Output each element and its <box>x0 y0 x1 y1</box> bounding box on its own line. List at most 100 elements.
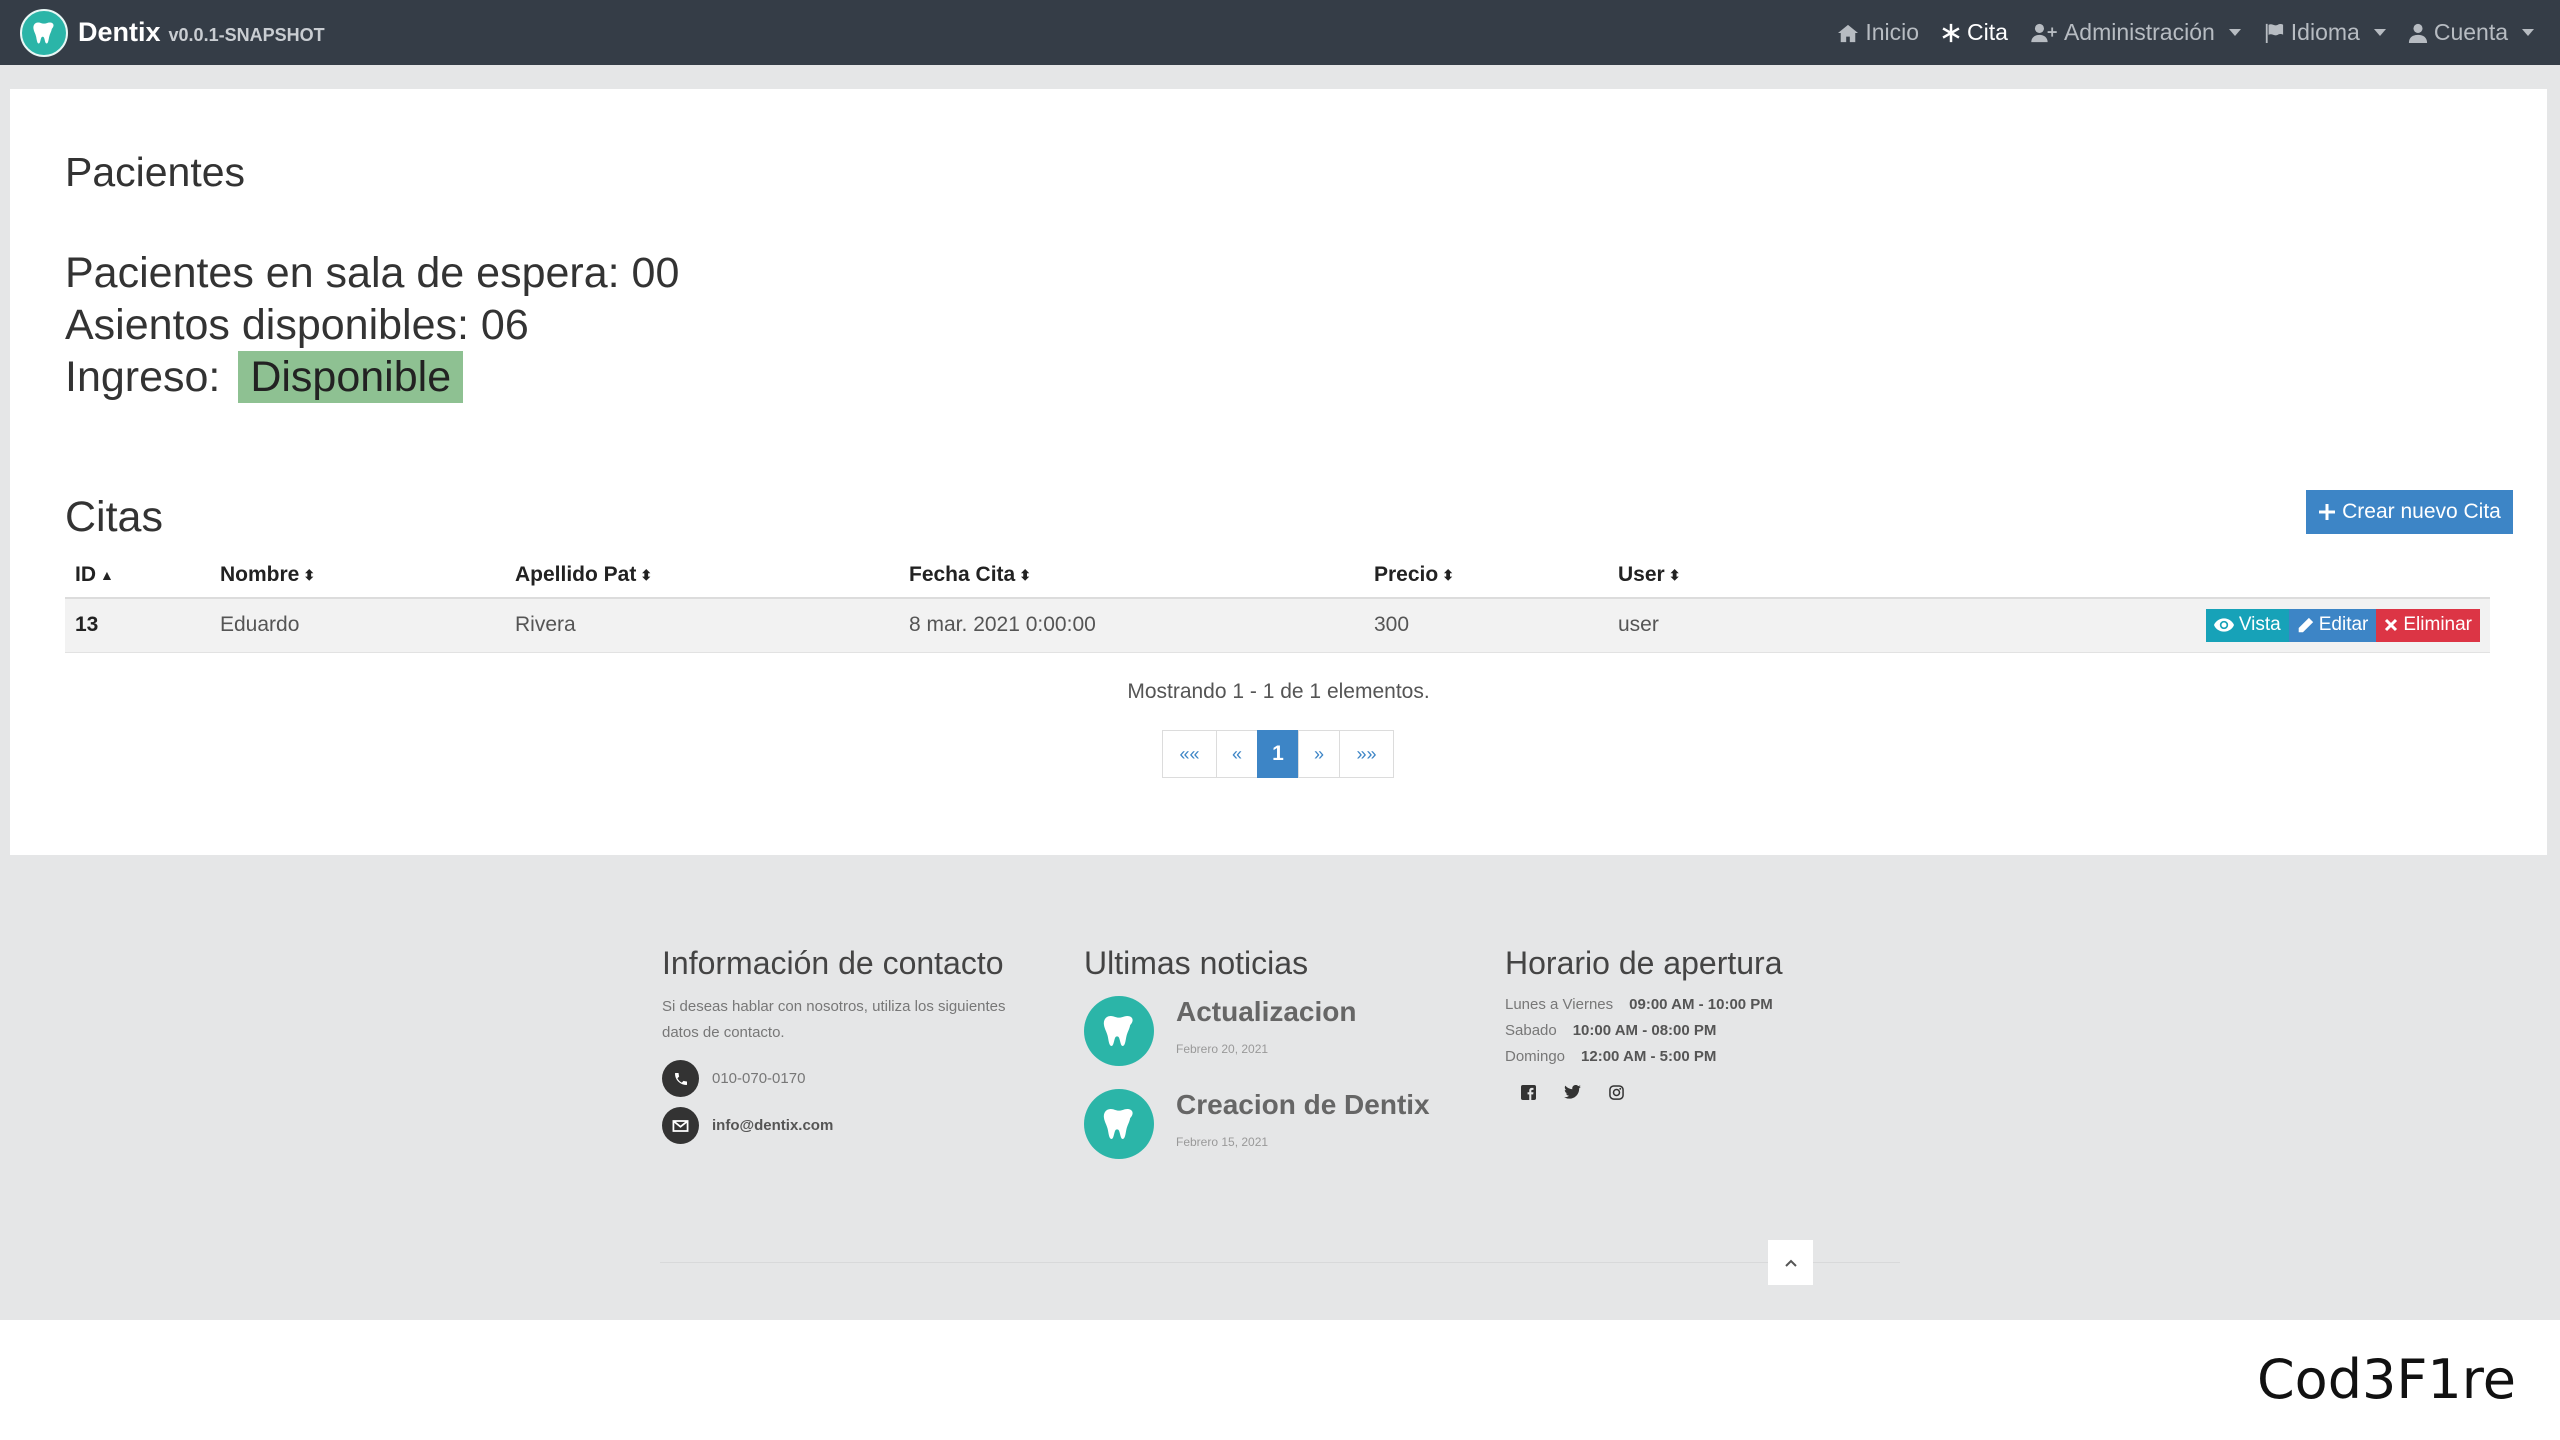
column-header-user[interactable]: User ⬍ <box>1608 553 1908 599</box>
nav-item-label: Cuenta <box>2433 19 2508 45</box>
watermark: Cod3F1re <box>2256 1348 2516 1411</box>
seats-stat: Asientos disponibles: 06 <box>65 301 529 350</box>
waiting-label: Pacientes en sala de espera: <box>65 249 620 297</box>
home-icon <box>1838 24 1859 42</box>
hours-row: Lunes a Viernes 09:00 AM - 10:00 PM <box>1505 996 1865 1013</box>
hours-day: Sabado <box>1505 1022 1557 1039</box>
social-links <box>1519 1083 1865 1101</box>
sort-icon: ⬍ <box>1442 566 1454 583</box>
brand[interactable]: Dentix v0.0.1-SNAPSHOT <box>20 8 325 57</box>
page-title: Pacientes <box>65 149 246 195</box>
tooth-logo-icon <box>20 8 68 57</box>
seats-value: 06 <box>480 301 529 349</box>
pagination: «« « 1 » »» <box>1162 730 1394 778</box>
status-badge: Disponible <box>238 351 464 403</box>
hours-time: 12:00 AM - 5:00 PM <box>1581 1048 1717 1065</box>
contact-email: info@dentix.com <box>662 1107 1032 1144</box>
column-header-apellido[interactable]: Apellido Pat ⬍ <box>505 553 899 599</box>
column-header-id[interactable]: ID ▲ <box>65 553 210 599</box>
main-content-card: Pacientes Pacientes en sala de espera: 0… <box>10 89 2547 855</box>
sort-icon: ⬍ <box>640 566 653 583</box>
cell-fecha: 8 mar. 2021 0:00:00 <box>899 598 1364 653</box>
tooth-logo-icon <box>1084 996 1154 1066</box>
citas-table: ID ▲ Nombre ⬍ Apellido Pat ⬍ Fecha Cita ⬍ Pr… <box>65 553 2490 653</box>
cell-precio: 300 <box>1364 598 1608 653</box>
news-item[interactable]: Creacion de Dentix Febrero 15, 2021 <box>1084 1089 1464 1159</box>
news-item[interactable]: Actualizacion Febrero 20, 2021 <box>1084 996 1464 1066</box>
chevron-down-icon <box>2228 29 2241 36</box>
tooth-logo-icon <box>1084 1089 1154 1159</box>
table-header-row: ID ▲ Nombre ⬍ Apellido Pat ⬍ Fecha Cita ⬍ Pr… <box>65 553 2490 599</box>
hours-row: Sabado 10:00 AM - 08:00 PM <box>1505 1022 1865 1039</box>
hours-day: Lunes a Viernes <box>1505 996 1614 1013</box>
back-to-top-button[interactable] <box>1768 1240 1813 1285</box>
cell-actions: Vista Editar Eliminar <box>1908 598 2490 653</box>
page-last-button[interactable]: »» <box>1339 730 1394 778</box>
pencil-icon <box>2298 617 2313 633</box>
contact-description: Si deseas hablar con nosotros, utiliza l… <box>662 998 1006 1041</box>
plus-icon <box>2319 504 2336 520</box>
sort-icon: ⬍ <box>1019 566 1031 583</box>
nav-item-idioma[interactable]: Idioma <box>2263 19 2386 46</box>
footer-heading-hours: Horario de apertura <box>1505 945 1783 981</box>
chevron-up-icon <box>1784 1259 1797 1267</box>
pagination-summary: Mostrando 1 - 1 de 1 elementos. <box>1127 680 1430 703</box>
column-header-precio[interactable]: Precio ⬍ <box>1364 553 1608 599</box>
nav-item-label: Cita <box>1967 19 2008 45</box>
column-header-nombre[interactable]: Nombre ⬍ <box>210 553 505 599</box>
footer-heading-contact: Información de contacto <box>662 945 1004 981</box>
contact-phone: 010-070-0170 <box>662 1060 1032 1097</box>
cell-apellido: Rivera <box>505 598 899 653</box>
nav-item-administracion[interactable]: Administración <box>2030 19 2241 46</box>
top-navbar: Dentix v0.0.1-SNAPSHOT Inicio Cita Admin… <box>0 0 2560 65</box>
footer-heading-news: Ultimas noticias <box>1084 945 1309 981</box>
page-prev-button[interactable]: « <box>1216 730 1258 778</box>
section-title-citas: Citas <box>65 493 163 541</box>
news-title[interactable]: Creacion de Dentix <box>1176 1089 1430 1121</box>
column-header-actions <box>1908 553 2490 599</box>
nav-item-inicio[interactable]: Inicio <box>1837 19 1919 46</box>
asterisk-icon <box>1942 23 1960 42</box>
waiting-room-stat: Pacientes en sala de espera: 00 <box>65 249 679 298</box>
chevron-down-icon <box>2522 29 2534 36</box>
nav-item-cuenta[interactable]: Cuenta <box>2408 19 2534 46</box>
hours-row: Domingo 12:00 AM - 5:00 PM <box>1505 1048 1865 1065</box>
twitter-icon[interactable] <box>1563 1083 1581 1101</box>
eye-icon <box>2213 618 2234 632</box>
cell-nombre: Eduardo <box>210 598 505 653</box>
brand-name: Dentix <box>78 17 161 47</box>
nav-item-label: Inicio <box>1865 19 1920 45</box>
footer-divider <box>660 1262 1900 1263</box>
hours-time: 09:00 AM - 10:00 PM <box>1629 996 1773 1013</box>
chevron-down-icon <box>2373 29 2386 36</box>
phone-icon <box>662 1060 699 1097</box>
sort-icon: ⬍ <box>303 566 316 583</box>
news-date: Febrero 20, 2021 <box>1176 1042 1269 1056</box>
hours-day: Domingo <box>1505 1048 1566 1065</box>
create-cita-button[interactable]: Crear nuevo Cita <box>2306 490 2513 534</box>
instagram-icon[interactable] <box>1607 1083 1625 1101</box>
entry-label: Ingreso: <box>65 353 221 401</box>
flag-icon <box>2265 23 2283 43</box>
sort-icon: ⬍ <box>1668 566 1681 583</box>
entry-stat: Ingreso: Disponible <box>65 351 464 403</box>
page-next-button[interactable]: » <box>1298 730 1340 778</box>
view-button[interactable]: Vista <box>2205 608 2289 642</box>
facebook-icon[interactable] <box>1519 1083 1537 1101</box>
nav-item-cita[interactable]: Cita <box>1941 19 2008 46</box>
phone-number: 010-070-0170 <box>712 1070 806 1087</box>
footer-hours: Horario de apertura Lunes a Viernes 09:0… <box>1505 945 1865 1101</box>
column-header-fecha[interactable]: Fecha Cita ⬍ <box>899 553 1364 599</box>
cell-id[interactable]: 13 <box>65 598 210 653</box>
news-title[interactable]: Actualizacion <box>1176 996 1356 1028</box>
edit-button[interactable]: Editar <box>2288 608 2377 642</box>
nav-item-label: Administración <box>2063 19 2215 45</box>
table-row: 13 Eduardo Rivera 8 mar. 2021 0:00:00 30… <box>65 598 2490 653</box>
user-plus-icon <box>2031 23 2057 42</box>
email-address[interactable]: info@dentix.com <box>712 1117 833 1134</box>
page-first-button[interactable]: «« <box>1162 730 1217 778</box>
delete-button[interactable]: Eliminar <box>2376 608 2480 642</box>
page-current-button[interactable]: 1 <box>1257 730 1299 778</box>
sort-up-icon: ▲ <box>100 567 114 584</box>
seats-label: Asientos disponibles: <box>65 301 469 349</box>
